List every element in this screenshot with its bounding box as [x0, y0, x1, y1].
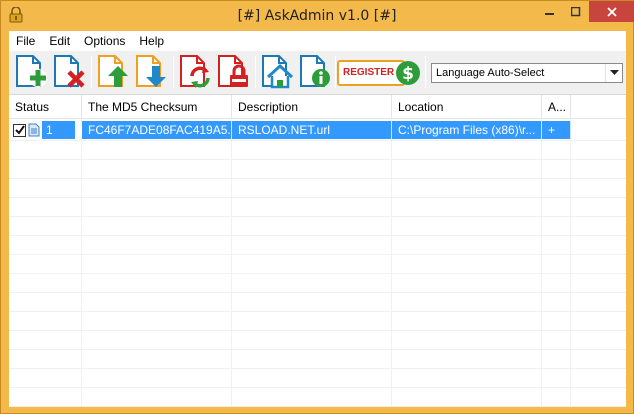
client-area: File Edit Options Help $ REGISTER Langua…: [9, 31, 626, 407]
grid-line: [9, 387, 626, 388]
maximize-button[interactable]: [563, 1, 589, 22]
chevron-down-icon[interactable]: [605, 64, 622, 82]
grid-line: [9, 197, 626, 198]
list-header: Status The MD5 Checksum Description Loca…: [9, 95, 626, 119]
menu-options[interactable]: Options: [77, 31, 132, 51]
row-checkbox[interactable]: [13, 123, 26, 137]
description-cell: RSLOAD.NET.url: [232, 121, 392, 139]
grid-line: [9, 178, 626, 179]
remove-button[interactable]: [51, 54, 89, 90]
language-select-value: Language Auto-Select: [436, 67, 545, 79]
info-button[interactable]: [297, 54, 335, 90]
refresh-button[interactable]: [177, 54, 215, 90]
minimize-icon: [545, 12, 554, 15]
app-window: [#] AskAdmin v1.0 [#] File Edit Options …: [0, 0, 634, 414]
refresh-icon: [180, 55, 210, 88]
grid-line: [9, 292, 626, 293]
title-bar[interactable]: [#] AskAdmin v1.0 [#]: [1, 1, 634, 31]
grid-line: [9, 254, 626, 255]
menu-help[interactable]: Help: [132, 31, 171, 51]
toolbar-separator: [255, 56, 256, 88]
home-icon: [262, 55, 294, 89]
minimize-button[interactable]: [537, 1, 563, 22]
column-header-md5[interactable]: The MD5 Checksum: [82, 95, 232, 119]
grid-line: [570, 119, 571, 407]
column-header-location[interactable]: Location: [392, 95, 542, 119]
lock-icon: [218, 55, 248, 87]
column-header-description[interactable]: Description: [232, 95, 392, 119]
location-cell: C:\Program Files (x86)\r...: [392, 121, 542, 139]
grid-line: [9, 311, 626, 312]
remove-file-icon: [54, 55, 85, 88]
add-file-icon: [16, 55, 47, 87]
row-number: 1: [42, 121, 75, 139]
toolbar-separator: [173, 56, 174, 88]
register-button[interactable]: $ REGISTER: [337, 57, 422, 88]
grid-line: [9, 368, 626, 369]
grid-line: [9, 330, 626, 331]
grid-line: [9, 216, 626, 217]
md5-cell: FC46F7ADE08FAC419A5...: [82, 121, 232, 139]
close-button[interactable]: [589, 1, 634, 22]
column-header-a[interactable]: A...: [542, 95, 571, 119]
grid-line: [9, 349, 626, 350]
checkmark-icon: [14, 125, 25, 135]
info-icon: [300, 55, 330, 87]
lock-button[interactable]: [215, 54, 253, 90]
document-icon: [28, 123, 40, 137]
grid-line: [81, 119, 82, 407]
menu-bar: File Edit Options Help: [9, 31, 626, 51]
grid-line: [231, 119, 232, 407]
toolbar-separator: [425, 56, 426, 88]
toolbar: $ REGISTER Language Auto-Select: [9, 52, 626, 92]
maximize-icon: [571, 6, 581, 16]
move-up-button[interactable]: [95, 54, 133, 90]
toolbar-separator: [335, 56, 336, 88]
language-select[interactable]: Language Auto-Select: [431, 63, 623, 83]
grid-line: [541, 119, 542, 407]
arrow-down-icon: [136, 55, 166, 87]
menu-file[interactable]: File: [9, 31, 42, 51]
toolbar-separator: [91, 56, 92, 88]
grid-line: [9, 273, 626, 274]
checksum-list[interactable]: Status The MD5 Checksum Description Loca…: [9, 94, 626, 407]
column-header-status[interactable]: Status: [9, 95, 82, 119]
grid-line: [9, 159, 626, 160]
table-row[interactable]: 1 FC46F7ADE08FAC419A5... RSLOAD.NET.url …: [9, 121, 574, 139]
status-cell: 1: [9, 121, 82, 139]
grid-line: [9, 235, 626, 236]
close-icon: [606, 6, 617, 17]
menu-edit[interactable]: Edit: [42, 31, 77, 51]
svg-text:$: $: [402, 64, 414, 84]
add-button[interactable]: [13, 54, 51, 90]
grid-line: [391, 119, 392, 407]
home-button[interactable]: [259, 54, 297, 90]
grid-line: [9, 406, 626, 407]
grid-line: [9, 140, 626, 141]
arrow-up-icon: [98, 55, 128, 87]
register-label: REGISTER: [343, 67, 395, 78]
a-cell: +: [542, 121, 571, 139]
move-down-button[interactable]: [133, 54, 171, 90]
